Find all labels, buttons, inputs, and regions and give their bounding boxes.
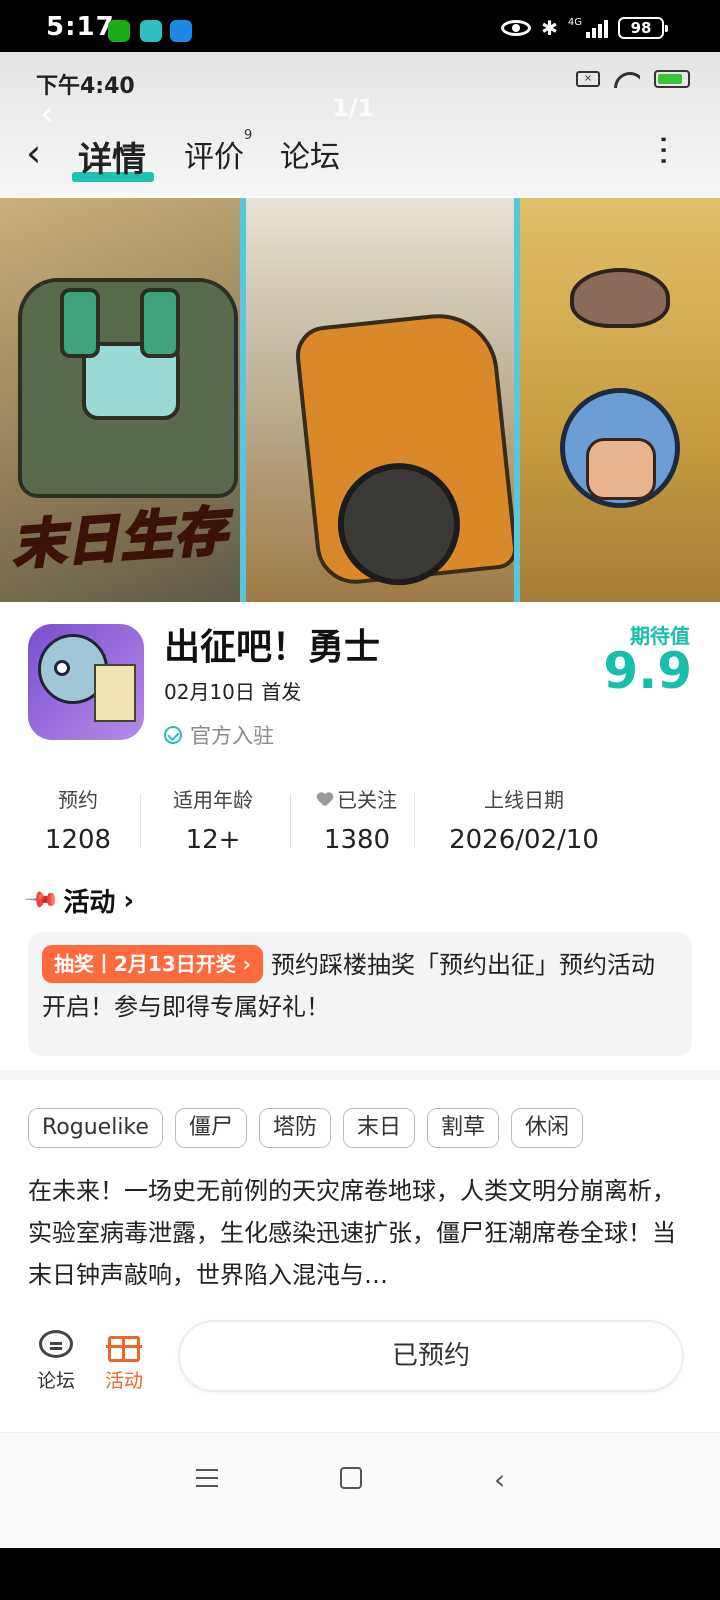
system-navigation-bar: ‹ [0, 1432, 720, 1548]
more-options-button[interactable]: ··· [643, 134, 683, 166]
boss-notification-icon [140, 20, 162, 42]
mutant-bird-illustration [570, 268, 670, 328]
stat-value: 1208 [44, 825, 112, 855]
app-header: 下午4:40 × ‹ 1/1 ‹ 详情 评价 9 论坛 ··· [0, 52, 720, 196]
game-app-icon [28, 624, 144, 740]
chat-bubble-icon [39, 1330, 73, 1358]
game-description[interactable]: 在未来！一场史无前例的天灾席卷地球，人类文明分崩离析，实验室病毒泄露，生化感染迅… [28, 1170, 688, 1296]
zombie-eye [54, 660, 70, 676]
system-status-bar: 5:17 ✱ 4G 98 [0, 0, 720, 52]
banner-title: 末日生存 [9, 500, 232, 578]
nav-back-icon[interactable]: ‹ [494, 1463, 505, 1496]
app-screen: 下午4:40 × ‹ 1/1 ‹ 详情 评价 9 论坛 ··· 末日生存 出征吧… [0, 52, 720, 1548]
activity-header-link[interactable]: 📌 活动 › [23, 882, 135, 919]
pin-icon: 📌 [23, 881, 61, 920]
inner-status-indicators: × [576, 70, 690, 88]
stat-value: 12+ [185, 825, 241, 855]
stat-value: 2026/02/10 [449, 825, 599, 855]
game-title: 出征吧！勇士 [164, 627, 381, 668]
tab-detail[interactable]: 详情 [78, 132, 146, 181]
charging-battery-icon [654, 70, 690, 88]
official-badge: 官方入驻 [164, 720, 274, 750]
wanted-poster-icon [94, 664, 136, 722]
genre-tag[interactable]: 塔防 [258, 1108, 331, 1148]
forum-button-label: 论坛 [36, 1370, 75, 1392]
back-button[interactable]: ‹ [26, 130, 62, 176]
armored-vehicle-illustration [292, 308, 520, 588]
forum-button[interactable]: 论坛 [26, 1326, 86, 1393]
genre-tag[interactable]: 僵尸 [174, 1108, 247, 1148]
section-separator [0, 1070, 720, 1080]
tab-review[interactable]: 评价 [184, 132, 244, 176]
stat-label: 上线日期 [484, 788, 564, 812]
recent-apps-icon[interactable] [196, 1469, 218, 1487]
stat-label: 已关注 [337, 788, 397, 812]
lottery-tag[interactable]: 抽奖丨2月13日开奖 › [42, 945, 263, 983]
activity-button[interactable]: 活动 [94, 1326, 154, 1393]
stat-divider [414, 794, 415, 848]
wifi-icon [614, 70, 640, 88]
stat-value: 1380 [323, 825, 391, 855]
official-label: 官方入驻 [190, 724, 274, 748]
stat-divider [140, 794, 141, 848]
robot-tank-left [60, 288, 100, 358]
genre-tag[interactable]: 割草 [426, 1108, 499, 1148]
overlay-back-icon: ‹ [40, 94, 54, 134]
stat-label: 预约 [58, 788, 98, 812]
chevron-right-icon: › [123, 885, 135, 916]
lottery-tag-label: 抽奖丨2月13日开奖 [54, 952, 236, 976]
genre-tag[interactable]: 末日 [342, 1108, 415, 1148]
message-notification-icon [170, 20, 192, 42]
stat-label: 适用年龄 [173, 788, 253, 812]
stat-age-rating: 适用年龄 12+ [160, 784, 266, 855]
bottom-bezel [0, 1548, 720, 1600]
genre-tag[interactable]: Roguelike [28, 1108, 163, 1148]
activity-card[interactable]: 抽奖丨2月13日开奖 › 预约踩楼抽奖「预约出征」预约活动开启！参与即得专属好礼！ [28, 932, 692, 1056]
reserved-button[interactable]: 已预约 [178, 1320, 684, 1392]
review-count-badge: 9 [244, 128, 253, 143]
stat-reservations: 预约 1208 [38, 784, 118, 855]
gift-icon [106, 1336, 142, 1362]
game-banner[interactable]: 末日生存 [0, 198, 720, 602]
forum-icon-wrap [36, 1326, 76, 1362]
expectation-score: 9.9 [603, 642, 692, 700]
stat-divider [290, 794, 291, 848]
signal-icon: 4G [568, 18, 608, 38]
no-sim-icon: × [576, 71, 600, 87]
stat-label-row: 已关注 [302, 784, 412, 813]
battery-icon: 98 [618, 17, 668, 39]
soldier-face-illustration [586, 438, 656, 500]
wechat-notification-icon [108, 20, 130, 42]
stat-followers[interactable]: 已关注 1380 [302, 784, 412, 855]
eye-comfort-icon [501, 20, 532, 36]
gift-icon-wrap [104, 1326, 144, 1362]
stat-launch-date: 上线日期 2026/02/10 [436, 784, 612, 855]
home-icon[interactable] [340, 1467, 362, 1489]
genre-tags: Roguelike 僵尸 塔防 末日 割草 休闲 [28, 1108, 583, 1148]
genre-tag[interactable]: 休闲 [510, 1108, 583, 1148]
tab-forum[interactable]: 论坛 [280, 132, 340, 176]
heart-icon [317, 793, 333, 807]
network-type: 4G [567, 17, 582, 28]
robot-tank-right [140, 288, 180, 358]
verified-check-icon [164, 726, 182, 744]
banner-panel-vehicle [246, 198, 520, 602]
mech-robot-illustration [18, 278, 238, 498]
overlay-page-counter: 1/1 [332, 94, 375, 122]
activity-button-label: 活动 [104, 1370, 143, 1392]
bluetooth-icon: ✱ [541, 16, 558, 40]
system-indicators: ✱ 4G 98 [501, 16, 668, 40]
release-info: 02月10日 首发 [164, 680, 302, 704]
system-time: 5:17 [46, 12, 115, 42]
activity-heading: 活动 [63, 888, 116, 918]
banner-panel-soldier [520, 198, 720, 602]
